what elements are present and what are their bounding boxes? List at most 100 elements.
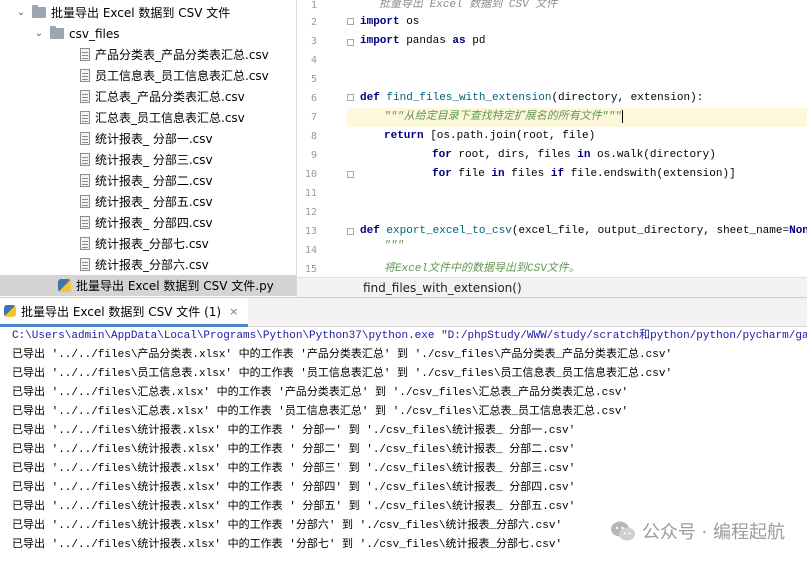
csv-file-icon (80, 48, 90, 61)
code-line-14: """ (384, 237, 404, 256)
tree-item-label: 批量导出 Excel 数据到 CSV 文件 (51, 6, 231, 20)
keyword: in (577, 149, 591, 161)
tree-item-label: 统计报表_ 分部一.csv (95, 132, 213, 146)
tree-item-label: 统计报表_ 分部五.csv (95, 195, 213, 209)
keyword: None (789, 225, 807, 237)
folder-icon (50, 26, 64, 39)
console-output-line: 已导出 '../../files\汇总表.xlsx' 中的工作表 '员工信息表汇… (12, 406, 629, 418)
keyword: in (491, 168, 505, 180)
csv-file-icon (80, 258, 90, 271)
python-file-icon (4, 305, 16, 317)
code-text: (excel_file, output_directory, sheet_nam… (511, 225, 790, 237)
console-output-line: 已导出 '../../files\统计报表.xlsx' 中的工作表 '分部七' … (12, 539, 563, 551)
tree-item-label: 统计报表_分部六.csv (95, 258, 209, 272)
tree-item-file[interactable]: 员工信息表_员工信息表汇总.csv (0, 65, 296, 86)
fold-marker-icon[interactable] (347, 39, 354, 46)
console-output-line: 已导出 '../../files\统计报表.xlsx' 中的工作表 ' 分部五'… (12, 501, 576, 513)
function-name: export_excel_to_csv (379, 225, 512, 237)
code-line-13: def export_excel_to_csv(excel_file, outp… (360, 222, 807, 241)
code-text: os.walk(directory) (590, 149, 716, 161)
code-editor[interactable]: 1 2 3 4 5 6 7 8 9 10 11 12 13 14 15 批量导出… (297, 0, 807, 277)
line-number: 13 (304, 226, 317, 237)
code-line-2: import os (360, 13, 419, 32)
tree-item-file[interactable]: 统计报表_ 分部一.csv (0, 128, 296, 149)
tree-item-file[interactable]: 统计报表_分部七.csv (0, 233, 296, 254)
tree-item-file[interactable]: 汇总表_员工信息表汇总.csv (0, 107, 296, 128)
python-file-icon (58, 279, 71, 292)
breadcrumb[interactable]: find_files_with_extension() (297, 277, 807, 297)
tree-item-label: csv_files (69, 26, 120, 41)
docstring-text: 将Excel文件中的数据导出到CSV文件。 (384, 263, 580, 275)
tree-item-root-folder[interactable]: ⌄ 批量导出 Excel 数据到 CSV 文件 (0, 2, 296, 23)
tree-item-file[interactable]: 统计报表_分部六.csv (0, 254, 296, 275)
line-number: 2 (310, 17, 317, 28)
line-number: 8 (310, 131, 317, 142)
csv-file-icon (80, 132, 90, 145)
csv-file-icon (80, 174, 90, 187)
console-output-line: 已导出 '../../files\统计报表.xlsx' 中的工作表 ' 分部三'… (12, 463, 576, 475)
run-tab[interactable]: 批量导出 Excel 数据到 CSV 文件 (1) × (0, 298, 249, 327)
console-output-line: 已导出 '../../files\员工信息表.xlsx' 中的工作表 '员工信息… (12, 368, 673, 380)
line-number: 9 (310, 150, 317, 161)
csv-file-icon (80, 237, 90, 250)
code-line-10: for file in files if file.endswith(exten… (432, 165, 736, 184)
tree-item-label: 统计报表_ 分部三.csv (95, 153, 213, 167)
fold-marker-icon[interactable] (347, 94, 354, 101)
csv-file-icon (80, 216, 90, 229)
tree-item-label: 统计报表_分部七.csv (95, 237, 209, 251)
keyword: import (360, 16, 400, 28)
fold-marker-icon[interactable] (347, 18, 354, 25)
tree-item-file[interactable]: 统计报表_ 分部二.csv (0, 170, 296, 191)
keyword: return (384, 130, 424, 142)
code-text: pd (465, 35, 486, 47)
line-number-gutter: 1 2 3 4 5 6 7 8 9 10 11 12 13 14 15 (297, 0, 347, 277)
tree-item-python-file[interactable]: 批量导出 Excel 数据到 CSV 文件.py (0, 275, 296, 296)
tree-item-label: 批量导出 Excel 数据到 CSV 文件.py (76, 279, 274, 293)
code-line-15: 将Excel文件中的数据导出到CSV文件。 (384, 260, 580, 277)
tree-item-file[interactable]: 汇总表_产品分类表汇总.csv (0, 86, 296, 107)
code-line-7: """从给定目录下查找特定扩展名的所有文件""" (384, 108, 623, 127)
line-number: 1 (310, 0, 317, 11)
keyword: def (360, 92, 380, 104)
tree-item-csv-files-folder[interactable]: ⌄ csv_files (0, 23, 296, 44)
line-number: 3 (310, 36, 317, 47)
breadcrumb-item[interactable]: find_files_with_extension() (363, 281, 522, 295)
fold-marker-icon[interactable] (347, 228, 354, 235)
folder-icon (32, 5, 46, 18)
line-number: 12 (304, 207, 317, 218)
close-icon[interactable]: × (229, 305, 238, 318)
keyword: if (550, 168, 565, 180)
code-text: [os.path.join(root, file) (423, 130, 596, 142)
csv-file-icon (80, 90, 90, 103)
line-number: 7 (310, 112, 317, 123)
line-number: 5 (310, 74, 317, 85)
wechat-logo-icon (610, 521, 635, 541)
tree-item-label: 产品分类表_产品分类表汇总.csv (95, 48, 269, 62)
run-tool-window-header: 批量导出 Excel 数据到 CSV 文件 (1) × (0, 297, 807, 327)
fold-marker-icon[interactable] (347, 171, 354, 178)
chevron-down-icon[interactable]: ⌄ (16, 7, 26, 18)
code-text: pandas (399, 35, 453, 47)
line-number: 11 (304, 188, 317, 199)
code-text: files (504, 168, 551, 180)
docstring-text: 批量导出 Excel 数据到 CSV 文件 (379, 0, 558, 11)
docstring-text: """ (384, 240, 404, 252)
tree-item-file[interactable]: 统计报表_ 分部五.csv (0, 191, 296, 212)
console-output-line: 已导出 '../../files\统计报表.xlsx' 中的工作表 ' 分部四'… (12, 482, 576, 494)
code-line-9: for root, dirs, files in os.walk(directo… (432, 146, 716, 165)
tree-item-label: 汇总表_员工信息表汇总.csv (95, 111, 245, 125)
keyword: import (360, 35, 400, 47)
tree-item-file[interactable]: 统计报表_ 分部三.csv (0, 149, 296, 170)
tree-item-label: 统计报表_ 分部二.csv (95, 174, 213, 188)
console-output-line: 已导出 '../../files\汇总表.xlsx' 中的工作表 '产品分类表汇… (12, 387, 629, 399)
line-number: 15 (304, 264, 317, 275)
text-caret (621, 109, 623, 123)
tree-item-file[interactable]: 统计报表_ 分部四.csv (0, 212, 296, 233)
chevron-down-icon[interactable]: ⌄ (34, 28, 44, 39)
console-output-line: 已导出 '../../files\产品分类表.xlsx' 中的工作表 '产品分类… (12, 349, 673, 361)
keyword: for (432, 168, 452, 180)
csv-file-icon (80, 153, 90, 166)
line-number: 10 (304, 169, 317, 180)
console-output-line: 已导出 '../../files\统计报表.xlsx' 中的工作表 ' 分部二'… (12, 444, 576, 456)
tree-item-file[interactable]: 产品分类表_产品分类表汇总.csv (0, 44, 296, 65)
